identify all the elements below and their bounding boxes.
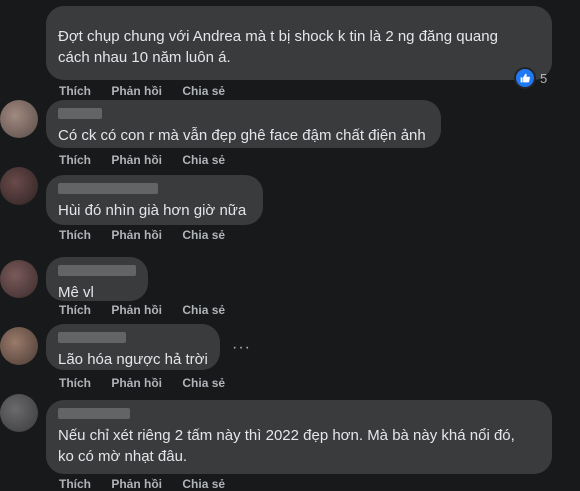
share-button[interactable]: Chia sẻ [182, 376, 225, 390]
blurred-author-name[interactable] [58, 183, 158, 194]
comment-actions: Thích Phản hồi Chia sẻ [59, 84, 242, 98]
reply-button[interactable]: Phản hồi [111, 376, 162, 390]
comment-bubble: Hùi đó nhìn già hơn giờ nữa [46, 175, 263, 225]
comment-actions: Thích Phản hồi Chia sẻ [59, 303, 242, 317]
comment-actions: Thích Phản hồi Chia sẻ [59, 153, 242, 167]
share-button[interactable]: Chia sẻ [182, 84, 225, 98]
reply-button[interactable]: Phản hồi [111, 303, 162, 317]
reply-button[interactable]: Phản hồi [111, 228, 162, 242]
comment-bubble: Lão hóa ngược hả trời [46, 324, 220, 370]
comment-bubble: Đợt chụp chung với Andrea mà t bị shock … [46, 6, 552, 80]
more-options-icon[interactable]: ··· [232, 339, 251, 357]
like-button[interactable]: Thích [59, 376, 91, 390]
avatar[interactable] [0, 394, 38, 432]
reaction-summary[interactable]: 5 [514, 67, 547, 89]
share-button[interactable]: Chia sẻ [182, 477, 225, 491]
avatar[interactable] [0, 327, 38, 365]
blurred-author-name[interactable] [58, 108, 102, 119]
like-button[interactable]: Thích [59, 153, 91, 167]
comment-actions: Thích Phản hồi Chia sẻ [59, 228, 242, 242]
comment-text: Lão hóa ngược hả trời [58, 351, 208, 368]
like-button[interactable]: Thích [59, 477, 91, 491]
blurred-author-name[interactable] [58, 265, 136, 276]
like-button[interactable]: Thích [59, 84, 91, 98]
reaction-count: 5 [540, 70, 548, 86]
comment-actions: Thích Phản hồi Chia sẻ [59, 477, 242, 491]
blurred-author-name[interactable] [58, 332, 126, 343]
comment-text: Có ck có con r mà vẫn đẹp ghê face đậm c… [58, 127, 426, 144]
comment-bubble: Có ck có con r mà vẫn đẹp ghê face đậm c… [46, 100, 441, 148]
comment-bubble: Mê vl [46, 257, 148, 301]
share-button[interactable]: Chia sẻ [182, 153, 225, 167]
reply-button[interactable]: Phản hồi [111, 153, 162, 167]
like-button[interactable]: Thích [59, 228, 91, 242]
comment-actions: Thích Phản hồi Chia sẻ [59, 376, 242, 390]
like-icon [514, 67, 536, 89]
share-button[interactable]: Chia sẻ [182, 303, 225, 317]
like-button[interactable]: Thích [59, 303, 91, 317]
avatar[interactable] [0, 167, 38, 205]
comment-bubble: Nếu chỉ xét riêng 2 tấm này thì 2022 đẹp… [46, 400, 552, 474]
reply-button[interactable]: Phản hồi [111, 477, 162, 491]
avatar[interactable] [0, 260, 38, 298]
blurred-author-name[interactable] [58, 408, 130, 419]
share-button[interactable]: Chia sẻ [182, 228, 225, 242]
comment-text: Nếu chỉ xét riêng 2 tấm này thì 2022 đẹp… [58, 427, 515, 465]
avatar[interactable] [0, 100, 38, 138]
comment-text: Mê vl [58, 284, 94, 301]
reply-button[interactable]: Phản hồi [111, 84, 162, 98]
comment-text: Đợt chụp chung với Andrea mà t bị shock … [58, 28, 498, 66]
comment-text: Hùi đó nhìn già hơn giờ nữa [58, 202, 247, 219]
